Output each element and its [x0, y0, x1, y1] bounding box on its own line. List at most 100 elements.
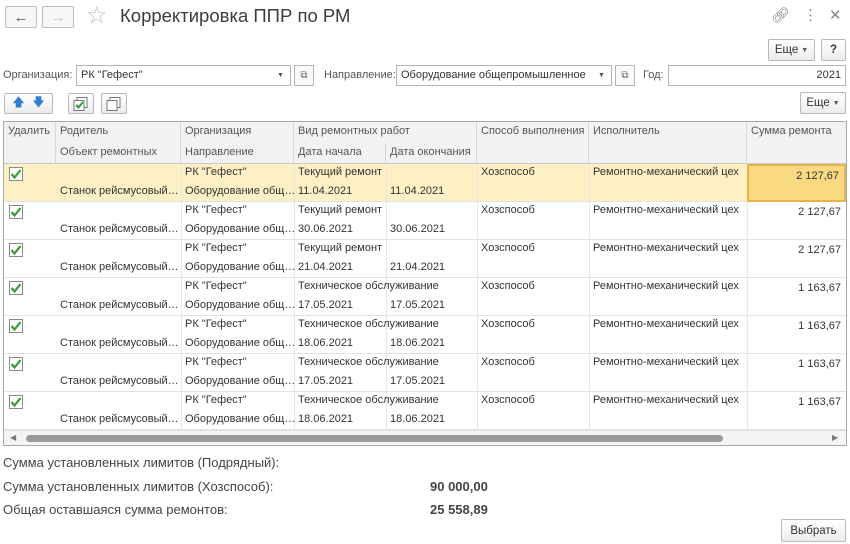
object-cell[interactable]: Станок рейсмусовый… [56, 297, 181, 316]
table-more-button[interactable]: Еще ▼ [800, 92, 846, 114]
end-date-cell[interactable]: 21.04.2021 [386, 259, 477, 278]
sum-cell[interactable]: 1 163,67 [747, 278, 846, 316]
executor-cell[interactable]: Ремонтно-механический цех [589, 240, 747, 259]
column-header-organization[interactable]: Организация [181, 122, 294, 143]
forward-button[interactable]: → [42, 6, 74, 28]
table-row[interactable]: Станок рейсмусовый… РК "Гефест" Оборудован… [4, 240, 846, 278]
executor-cell[interactable]: Ремонтно-механический цех [589, 202, 747, 221]
table-row[interactable]: Станок рейсмусовый… РК "Гефест" Оборудован… [4, 202, 846, 240]
organization-cell[interactable]: РК "Гефест" [181, 278, 294, 297]
parent-cell[interactable] [56, 316, 181, 335]
work-type-cell[interactable]: Текущий ремонт [294, 202, 477, 221]
select-button[interactable]: Выбрать [781, 519, 846, 542]
method-cell[interactable]: Хозспособ [477, 164, 589, 183]
direction-cell[interactable]: Оборудование общ… [181, 335, 294, 354]
header-more-button[interactable]: Еще ▼ [768, 39, 815, 61]
column-header-object[interactable]: Объект ремонтных [56, 143, 181, 164]
parent-cell[interactable] [56, 202, 181, 221]
executor-cell[interactable]: Ремонтно-механический цех [589, 354, 747, 373]
organization-cell[interactable]: РК "Гефест" [181, 240, 294, 259]
direction-cell[interactable]: Оборудование общ… [181, 297, 294, 316]
column-header-start-date[interactable]: Дата начала [294, 143, 386, 164]
method-cell[interactable]: Хозспособ [477, 316, 589, 335]
sum-cell[interactable]: 2 127,67 [747, 164, 846, 202]
year-field[interactable]: 2021 [668, 65, 846, 86]
organization-cell[interactable]: РК "Гефест" [181, 392, 294, 411]
parent-cell[interactable] [56, 240, 181, 259]
column-header-sum[interactable]: Сумма ремонта [747, 122, 846, 164]
end-date-cell[interactable]: 17.05.2021 [386, 297, 477, 316]
sum-cell[interactable]: 2 127,67 [747, 202, 846, 240]
sum-cell[interactable]: 1 163,67 [747, 316, 846, 354]
column-header-executor[interactable]: Исполнитель [589, 122, 747, 164]
end-date-cell[interactable]: 18.06.2021 [386, 411, 477, 430]
uncheck-all-button[interactable] [101, 93, 127, 114]
table-row[interactable]: Станок рейсмусовый… РК "Гефест" Оборудован… [4, 278, 846, 316]
delete-checkbox[interactable] [9, 205, 23, 219]
object-cell[interactable]: Станок рейсмусовый… [56, 335, 181, 354]
work-type-cell[interactable]: Техническое обслуживание [294, 316, 477, 335]
start-date-cell[interactable]: 18.06.2021 [294, 411, 386, 430]
method-cell[interactable]: Хозспособ [477, 354, 589, 373]
executor-cell[interactable]: Ремонтно-механический цех [589, 278, 747, 297]
executor-cell[interactable]: Ремонтно-механический цех [589, 316, 747, 335]
object-cell[interactable]: Станок рейсмусовый… [56, 183, 181, 202]
more-dots-icon[interactable]: ⋮ [803, 6, 818, 26]
end-date-cell[interactable]: 17.05.2021 [386, 373, 477, 392]
move-down-icon[interactable]: 🡇 [29, 93, 49, 114]
work-type-cell[interactable]: Техническое обслуживание [294, 278, 477, 297]
sum-cell[interactable]: 1 163,67 [747, 392, 846, 430]
object-cell[interactable]: Станок рейсмусовый… [56, 221, 181, 240]
executor-cell[interactable]: Ремонтно-механический цех [589, 164, 747, 183]
work-type-cell[interactable]: Текущий ремонт [294, 240, 477, 259]
object-cell[interactable]: Станок рейсмусовый… [56, 411, 181, 430]
help-button[interactable]: ? [821, 39, 846, 61]
direction-cell[interactable]: Оборудование общ… [181, 183, 294, 202]
organization-dropdown[interactable]: ▼ [271, 65, 291, 86]
work-type-cell[interactable]: Текущий ремонт [294, 164, 477, 183]
delete-checkbox[interactable] [9, 281, 23, 295]
check-all-button[interactable] [68, 93, 94, 114]
parent-cell[interactable] [56, 278, 181, 297]
horizontal-scrollbar[interactable]: ◀ ▶ [4, 430, 846, 445]
delete-checkbox[interactable] [9, 243, 23, 257]
column-header-parent[interactable]: Родитель [56, 122, 181, 143]
sum-cell[interactable]: 1 163,67 [747, 354, 846, 392]
table-row[interactable]: Станок рейсмусовый… РК "Гефест" Оборудован… [4, 392, 846, 430]
scroll-right-icon[interactable]: ▶ [832, 433, 838, 442]
method-cell[interactable]: Хозспособ [477, 240, 589, 259]
method-cell[interactable]: Хозспособ [477, 392, 589, 411]
column-header-direction[interactable]: Направление [181, 143, 294, 164]
end-date-cell[interactable]: 30.06.2021 [386, 221, 477, 240]
close-icon[interactable]: ✕ [829, 6, 842, 26]
move-up-icon[interactable]: 🡅 [9, 93, 29, 114]
organization-open-button[interactable]: ⧉ [294, 65, 314, 86]
object-cell[interactable]: Станок рейсмусовый… [56, 259, 181, 278]
table-row[interactable]: Станок рейсмусовый… РК "Гефест" Оборудован… [4, 354, 846, 392]
delete-checkbox[interactable] [9, 319, 23, 333]
organization-cell[interactable]: РК "Гефест" [181, 202, 294, 221]
work-type-cell[interactable]: Техническое обслуживание [294, 392, 477, 411]
direction-cell[interactable]: Оборудование общ… [181, 259, 294, 278]
table-row[interactable]: Станок рейсмусовый… РК "Гефест" Оборудован… [4, 164, 846, 202]
scroll-left-icon[interactable]: ◀ [10, 433, 16, 442]
method-cell[interactable]: Хозспособ [477, 278, 589, 297]
delete-checkbox[interactable] [9, 357, 23, 371]
organization-cell[interactable]: РК "Гефест" [181, 164, 294, 183]
direction-cell[interactable]: Оборудование общ… [181, 221, 294, 240]
link-icon[interactable]: 🔗︎ [771, 6, 790, 26]
direction-dropdown[interactable]: ▼ [592, 65, 612, 86]
sum-cell[interactable]: 2 127,67 [747, 240, 846, 278]
delete-checkbox[interactable] [9, 167, 23, 181]
start-date-cell[interactable]: 30.06.2021 [294, 221, 386, 240]
organization-cell[interactable]: РК "Гефест" [181, 354, 294, 373]
start-date-cell[interactable]: 21.04.2021 [294, 259, 386, 278]
parent-cell[interactable] [56, 164, 181, 183]
start-date-cell[interactable]: 11.04.2021 [294, 183, 386, 202]
start-date-cell[interactable]: 17.05.2021 [294, 297, 386, 316]
parent-cell[interactable] [56, 354, 181, 373]
back-button[interactable]: ← [5, 6, 37, 28]
organization-cell[interactable]: РК "Гефест" [181, 316, 294, 335]
column-header-work-type[interactable]: Вид ремонтных работ [294, 122, 477, 143]
work-type-cell[interactable]: Техническое обслуживание [294, 354, 477, 373]
